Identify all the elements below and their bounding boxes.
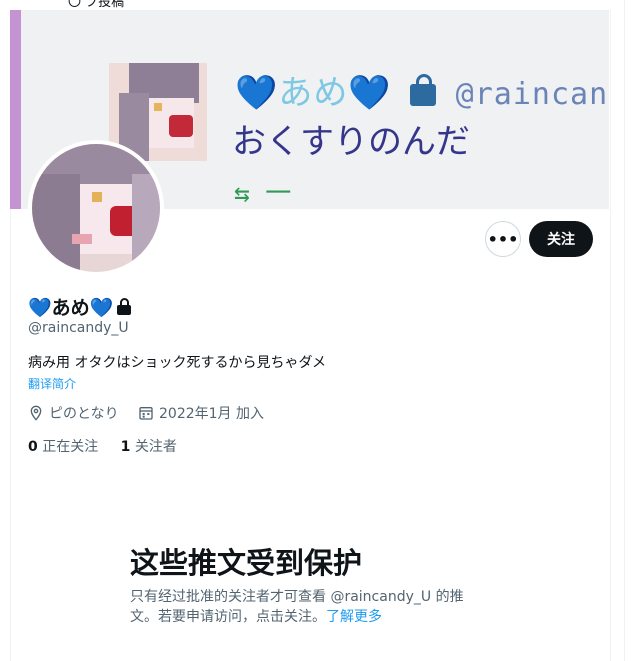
follow-button[interactable]: 关注 xyxy=(529,221,593,257)
location-text: ピのとなり xyxy=(49,406,119,422)
protected-title: 这些推文受到保护 xyxy=(130,546,363,580)
top-strip-text: 〇 プ投稿 xyxy=(68,0,125,10)
lock-icon xyxy=(117,297,132,315)
banner-stripe xyxy=(10,10,21,209)
banner-line1: 💙あめ💙 @raincan xyxy=(235,65,608,114)
followers-label: 关注者 xyxy=(130,439,177,455)
learn-more-link[interactable]: 了解更多 xyxy=(326,609,382,625)
more-button[interactable]: ••• xyxy=(485,221,521,257)
followers-count: 1 xyxy=(120,439,131,455)
translate-bio-link[interactable]: 翻译简介 xyxy=(28,375,76,392)
protected-desc-text: 只有经过批准的关注者才可查看 @raincandy_U 的推文。若要申请访问，点… xyxy=(130,589,464,625)
avatar-image xyxy=(32,144,160,272)
banner-handle: @raincan xyxy=(455,77,609,112)
followers-link[interactable]: 1 关注者 xyxy=(121,439,177,455)
banner-actions: ⇆ 一 xyxy=(234,179,292,209)
following-link[interactable]: 0 正在关注 xyxy=(28,439,98,455)
join-date: 2022年1月 加入 xyxy=(138,403,264,423)
join-date-text: 2022年1月 加入 xyxy=(159,406,264,422)
profile-bio: 病み用 オタクはショック死するから見ちゃダメ xyxy=(28,355,327,371)
protected-description: 只有经过批准的关注者才可查看 @raincandy_U 的推文。若要申请访问，点… xyxy=(130,587,490,627)
following-label: 正在关注 xyxy=(37,439,99,455)
top-strip: 〇 プ投稿 xyxy=(0,0,641,10)
right-gutter xyxy=(624,0,641,661)
following-count: 0 xyxy=(28,439,38,455)
banner-lock-icon xyxy=(409,73,436,106)
calendar-icon xyxy=(139,407,153,420)
banner-line2: おくすりのんだ xyxy=(232,122,470,162)
location-icon xyxy=(30,405,42,421)
display-name-row: 💙あめ💙 xyxy=(28,293,132,320)
banner-name: 💙あめ💙 xyxy=(235,73,392,113)
location: ピのとなり xyxy=(28,403,119,423)
follow-stats: 0 正在关注 1 关注者 xyxy=(28,436,195,456)
display-name: 💙あめ💙 xyxy=(28,297,114,319)
profile-handle: @raincandy_U xyxy=(28,320,129,336)
avatar[interactable] xyxy=(28,140,164,276)
